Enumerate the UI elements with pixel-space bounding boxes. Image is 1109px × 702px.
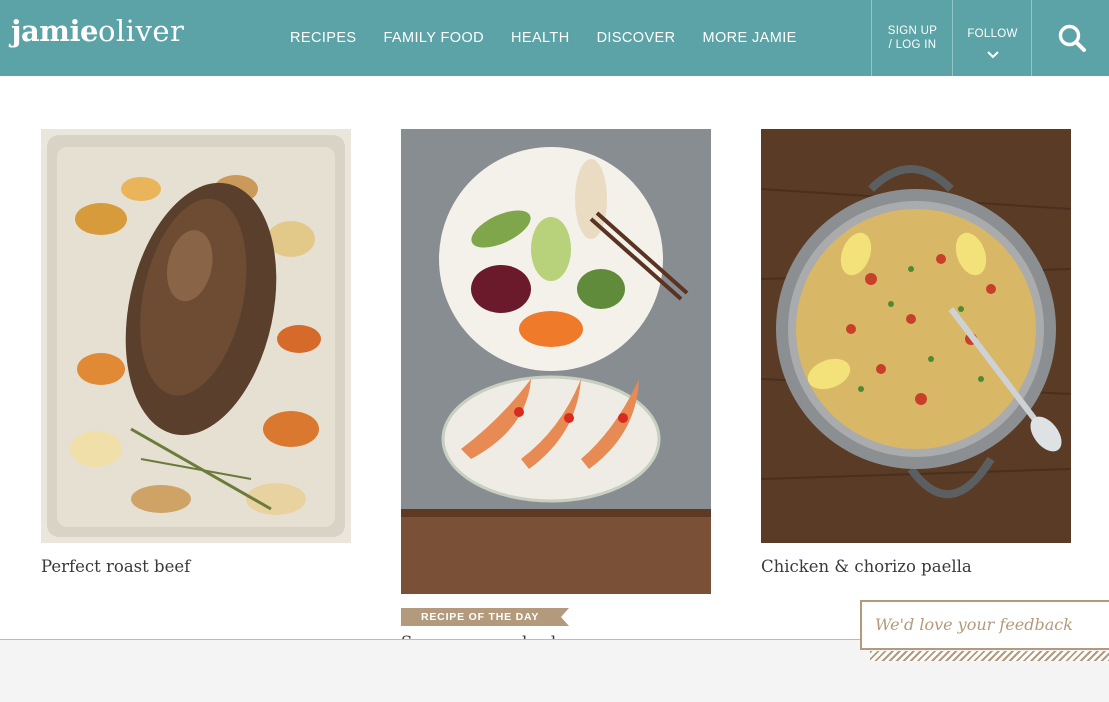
nav-health[interactable]: HEALTH (511, 0, 570, 76)
recipe-title-chicken-chorizo-paella[interactable]: Chicken & chorizo paella (761, 557, 972, 576)
recipe-image-sesame-salmon[interactable] (401, 129, 711, 594)
nav-recipes[interactable]: RECIPES (290, 0, 356, 76)
search-icon (1058, 24, 1086, 52)
nav-family-food[interactable]: FAMILY FOOD (383, 0, 484, 76)
follow-label: FOLLOW (967, 28, 1018, 40)
sign-up-login-button[interactable]: SIGN UP / LOG IN (871, 0, 953, 76)
sign-up-label: SIGN UP (887, 25, 938, 37)
recipe-image-chicken-chorizo-paella[interactable] (761, 129, 1071, 543)
logo-text-oliver: oliver (97, 14, 185, 48)
feedback-label: We'd love your feedback (875, 615, 1073, 634)
log-in-label: / LOG IN (888, 39, 937, 51)
logo-text-jamie: jamie (11, 14, 98, 48)
feedback-button[interactable]: We'd love your feedback (860, 600, 1109, 650)
follow-dropdown[interactable]: FOLLOW (952, 0, 1032, 76)
feedback-stripe-decoration (870, 651, 1109, 661)
jamie-oliver-logo[interactable]: jamieoliver (11, 14, 184, 54)
nav-discover[interactable]: DISCOVER (597, 0, 676, 76)
chevron-down-icon (987, 51, 999, 59)
main-nav: RECIPES FAMILY FOOD HEALTH DISCOVER MORE… (290, 0, 797, 76)
recipe-of-the-day-label: RECIPE OF THE DAY (421, 611, 540, 623)
recipe-of-the-day-badge: RECIPE OF THE DAY (401, 608, 569, 626)
recipe-title-roast-beef[interactable]: Perfect roast beef (41, 557, 190, 576)
nav-more-jamie[interactable]: MORE JAMIE (703, 0, 797, 76)
recipe-image-roast-beef[interactable] (41, 129, 351, 543)
top-navigation-bar: jamieoliver RECIPES FAMILY FOOD HEALTH D… (0, 0, 1109, 76)
search-button[interactable] (1031, 0, 1109, 76)
